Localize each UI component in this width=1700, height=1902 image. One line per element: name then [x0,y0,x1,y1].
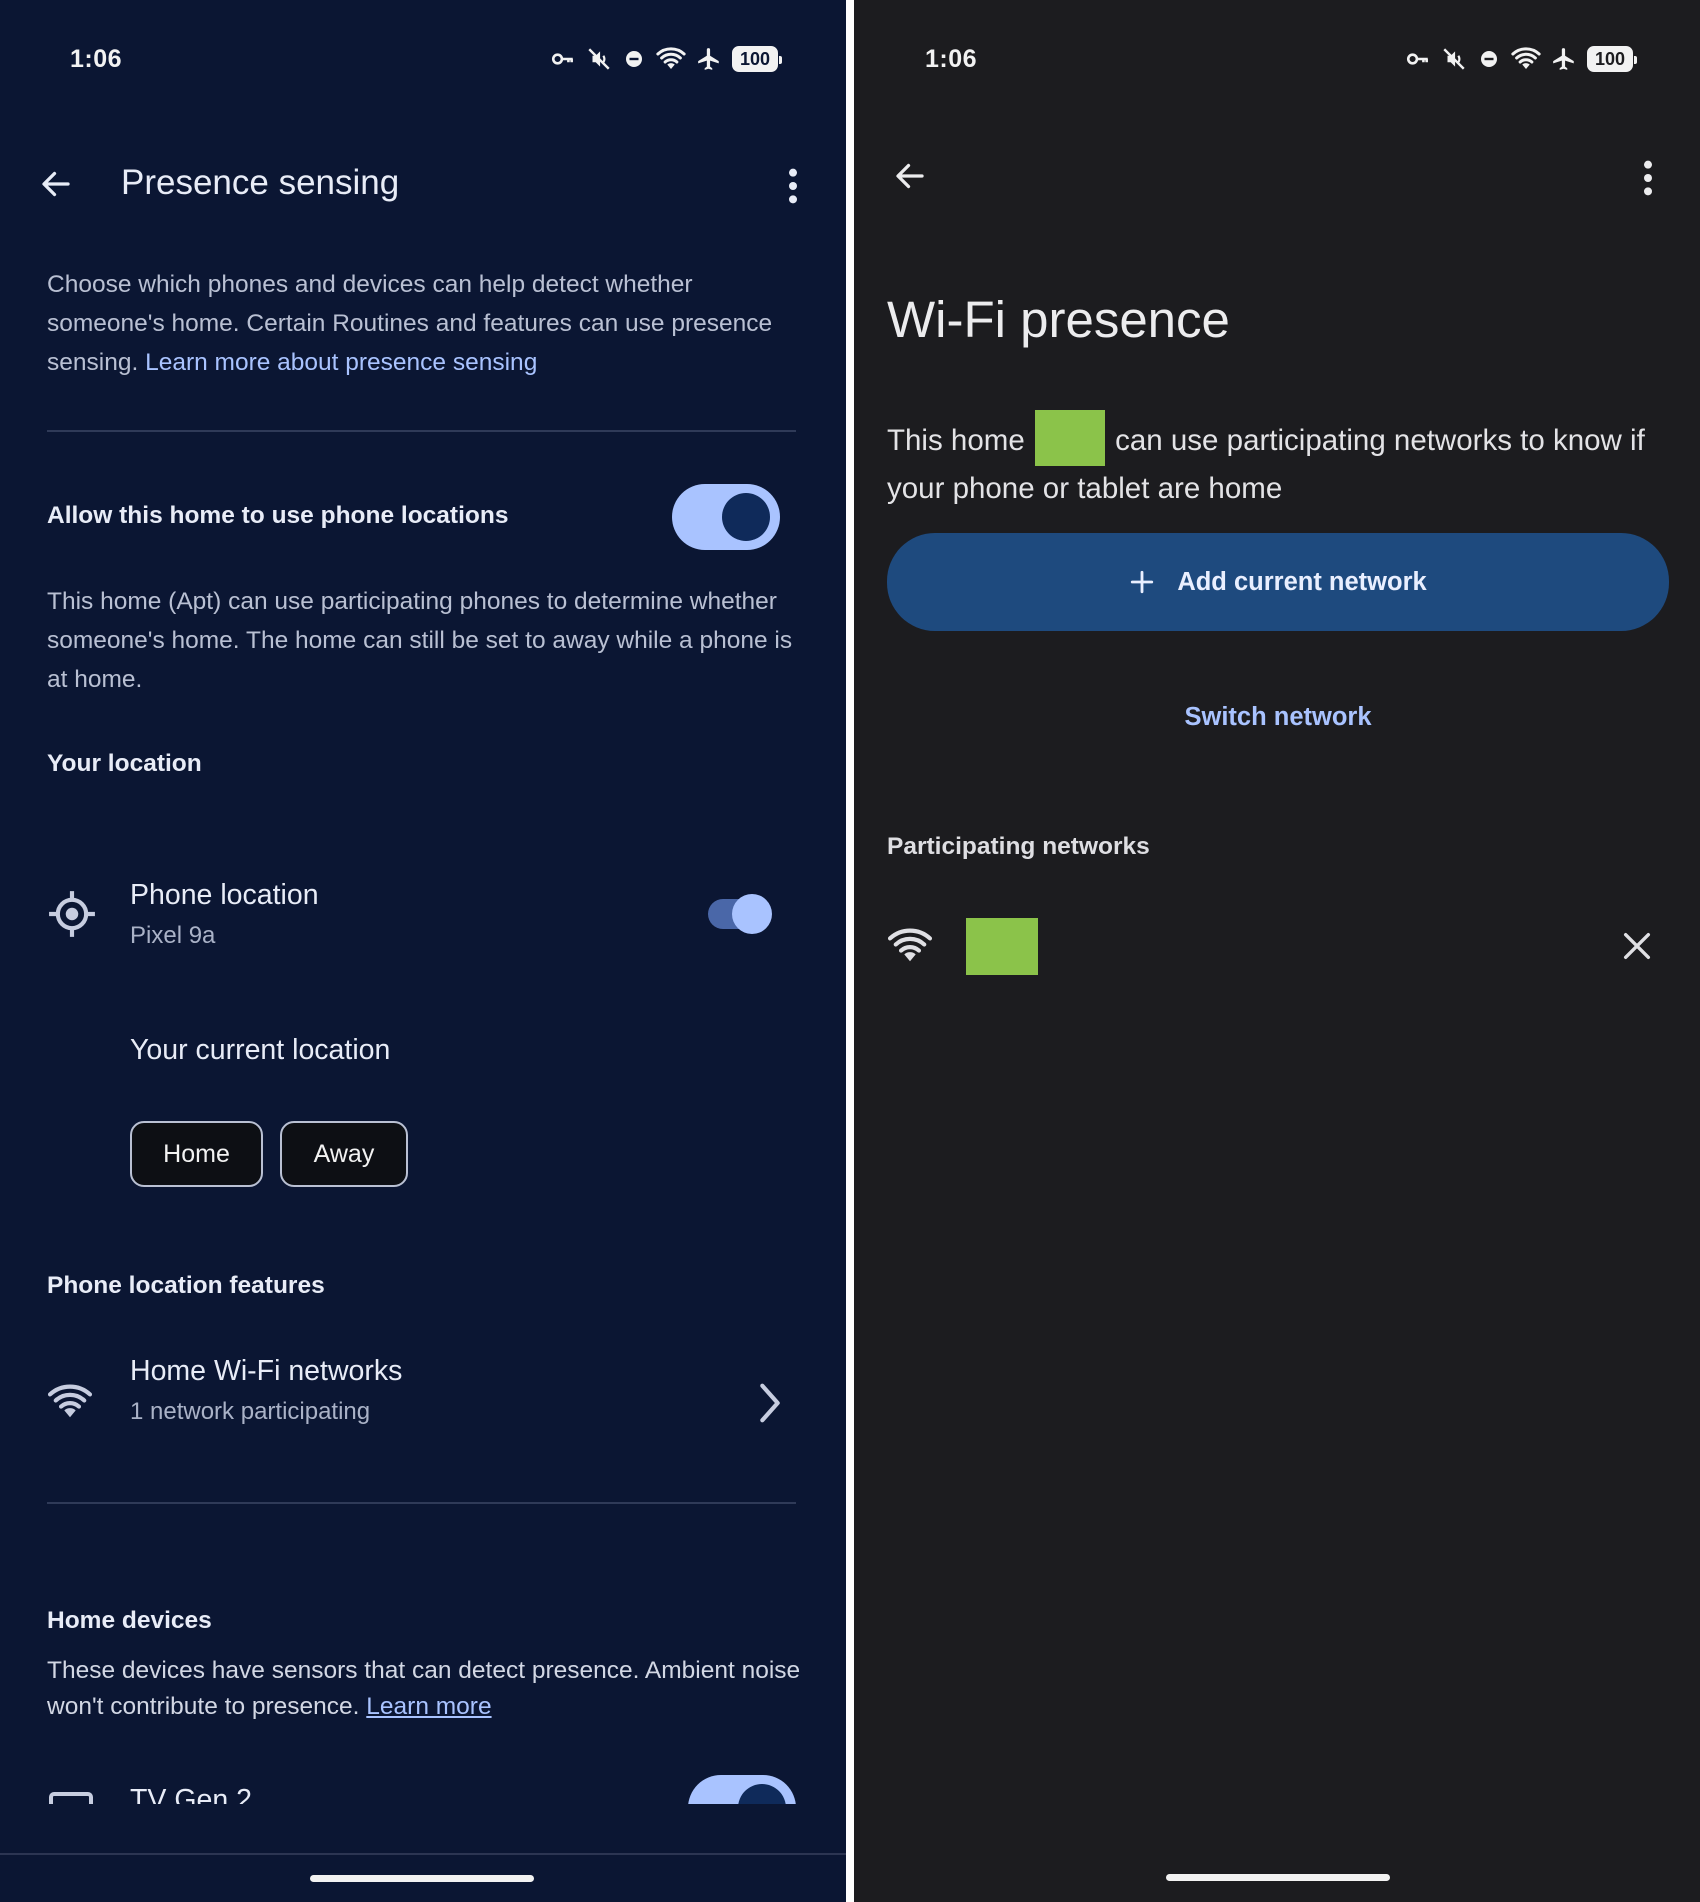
close-icon[interactable] [1620,929,1654,963]
dnd-icon [626,51,642,67]
allow-phone-locations-label: Allow this home to use phone locations [47,502,509,529]
toggle-knob [732,894,772,934]
page-title: Presence sensing [121,163,400,202]
airplane-mode-icon [698,48,719,70]
home-devices-heading: Home devices [47,1607,212,1634]
tv-icon [49,1792,93,1804]
battery-icon: 100 [732,46,782,72]
battery-icon: 100 [1587,46,1637,72]
home-wifi-networks-row[interactable]: Home Wi-Fi networks 1 network participat… [30,1350,810,1460]
intro-text: Choose which phones and devices can help… [47,271,773,376]
your-location-heading: Your location [47,750,202,777]
airplane-mode-icon [1553,48,1574,70]
device-name: TV Gen 2 [130,1784,252,1804]
phone-location-toggle[interactable] [704,893,774,935]
status-time: 1:06 [925,45,978,73]
add-current-network-button[interactable]: Add current network [887,533,1669,631]
presence-sensing-screen: 1:06 100 Presence sensing Choose which p… [0,0,846,1902]
gesture-nav-bar[interactable] [1166,1874,1390,1881]
divider [47,1502,796,1504]
vpn-key-icon [551,53,573,65]
redacted-home-name [1034,410,1105,467]
wifi-status-icon [1511,47,1541,69]
add-current-network-label: Add current network [1177,567,1427,596]
allow-description: This home (Apt) can use participating ph… [47,588,793,693]
divider [47,430,796,432]
phone-location-title: Phone location [130,879,319,911]
home-chip[interactable]: Home [130,1121,263,1187]
learn-more-presence-link[interactable]: Learn more about presence sensing [145,349,537,376]
home-wifi-networks-title: Home Wi-Fi networks [130,1355,403,1387]
toggle-knob [722,493,770,541]
wifi-presence-screen: 1:06 100 Wi-Fi presence This home can us… [854,0,1700,1902]
device-row-clipped: TV Gen 2 [0,1770,846,1804]
my-location-icon [49,891,95,937]
nav-divider [0,1853,846,1855]
back-arrow-icon[interactable] [38,166,74,202]
vpn-key-icon [1406,53,1428,65]
page-title: Wi-Fi presence [887,291,1230,348]
toggle-knob [738,1784,786,1804]
wifi-status-icon [656,47,686,69]
mute-icon [588,48,610,70]
wifi-icon [47,1384,93,1418]
back-arrow-icon[interactable] [892,158,928,194]
plus-icon [1131,570,1154,594]
switch-network-button[interactable]: Switch network [887,703,1669,732]
chevron-right-icon [760,1383,780,1423]
more-options-icon[interactable] [778,166,808,206]
gesture-nav-bar[interactable] [310,1875,534,1882]
status-icons: 100 [550,46,782,72]
status-icons: 100 [1405,46,1637,72]
more-options-icon[interactable] [1633,158,1663,198]
home-wifi-networks-subtitle: 1 network participating [130,1398,371,1425]
wifi-presence-description: This home can use participating networks… [887,410,1677,512]
redacted-network-name [966,918,1038,975]
mute-icon [1443,48,1465,70]
learn-more-link[interactable]: Learn more [366,1693,491,1720]
device-toggle[interactable] [688,1775,796,1804]
phone-location-features-heading: Phone location features [47,1272,325,1299]
status-time: 1:06 [70,45,123,73]
home-devices-text: These devices have sensors that can dete… [47,1657,801,1720]
wifi-icon [887,928,933,962]
allow-phone-locations-toggle[interactable] [672,484,780,550]
dnd-icon [1481,51,1497,67]
phone-location-subtitle: Pixel 9a [130,922,216,949]
current-location-label: Your current location [130,1034,391,1066]
participating-networks-heading: Participating networks [887,833,1150,860]
participating-network-row [874,905,1684,985]
away-chip[interactable]: Away [280,1121,408,1187]
